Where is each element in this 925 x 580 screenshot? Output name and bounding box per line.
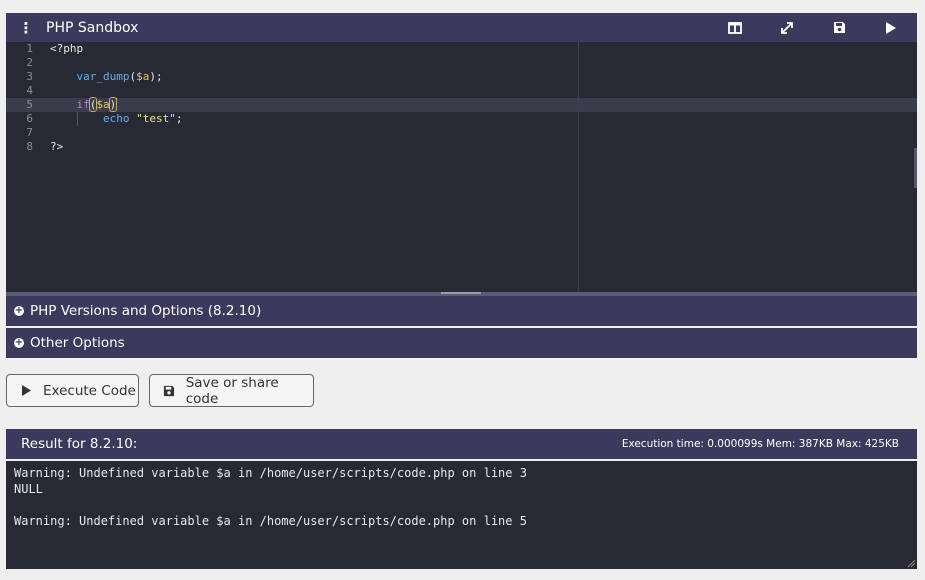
code-text: echo "test"; [102,112,183,125]
editor-line: 2 [6,56,917,70]
line-number: 8 [26,140,33,153]
result-title: Result for 8.2.10: [21,436,138,452]
save-icon [162,384,176,398]
code-text: <?php [50,42,84,55]
line-number: 3 [26,70,33,83]
split-view-icon [728,21,742,34]
expand-icon [781,21,793,34]
menu-kebab-icon[interactable]: ⋮ [14,19,38,37]
output-line: NULL [14,482,43,496]
editor-line: 8 ?> [6,140,917,154]
output-line: Warning: Undefined variable $a in /home/… [14,466,527,480]
indent-guide [77,112,78,126]
text-cursor [116,98,118,110]
line-number: 5 [26,98,33,111]
execution-stats: Execution time: 0.000099s Mem: 387KB Max… [621,438,899,450]
line-number: 2 [26,56,33,69]
plus-circle-icon: + [14,305,24,316]
save-share-button[interactable]: Save or share code [149,374,314,407]
sandbox-header: ⋮ PHP Sandbox [6,13,917,42]
code-editor[interactable]: 1 <?php 2 3 var_dump($a); 4 5 if($a) 6 e… [6,42,917,292]
plus-circle-icon: + [14,337,24,348]
editor-line-active: 5 if($a) [6,97,917,112]
play-icon [886,21,896,34]
output-line: Warning: Undefined variable $a in /home/… [14,514,527,528]
line-number: 6 [26,112,33,125]
header-toolbar [709,13,917,42]
resize-grip [441,292,481,294]
page-title: PHP Sandbox [46,19,139,36]
button-label: Save or share code [185,374,279,407]
accordion-label: Other Options [30,335,125,351]
accordion-label: PHP Versions and Options (8.2.10) [30,303,262,319]
editor-line: 4 [6,84,917,98]
editor-line: 1 <?php [6,42,917,56]
run-button[interactable] [865,13,917,42]
print-margin [578,42,579,292]
editor-scrollbar[interactable] [914,148,917,188]
save-button[interactable] [813,13,865,42]
result-output[interactable]: Warning: Undefined variable $a in /home/… [6,461,917,569]
php-versions-accordion[interactable]: + PHP Versions and Options (8.2.10) [6,296,917,326]
line-number: 7 [26,126,33,139]
button-label: Execute Code [43,382,136,399]
line-number: 1 [26,42,33,55]
editor-line: 6 echo "test"; [6,112,917,126]
fullscreen-button[interactable] [761,13,813,42]
result-header: Result for 8.2.10: Execution time: 0.000… [6,429,917,459]
line-number: 4 [26,84,33,97]
execute-code-button[interactable]: Execute Code [6,374,139,407]
editor-line: 3 var_dump($a); [6,70,917,84]
code-text: ?> [50,140,64,153]
other-options-accordion[interactable]: + Other Options [6,328,917,358]
code-text: if($a) [76,97,118,112]
editor-line: 7 [6,126,917,140]
resize-corner-icon[interactable] [907,559,915,567]
split-view-button[interactable] [709,13,761,42]
save-icon [833,22,845,33]
code-text: var_dump($a); [76,70,163,83]
play-icon [19,384,33,398]
